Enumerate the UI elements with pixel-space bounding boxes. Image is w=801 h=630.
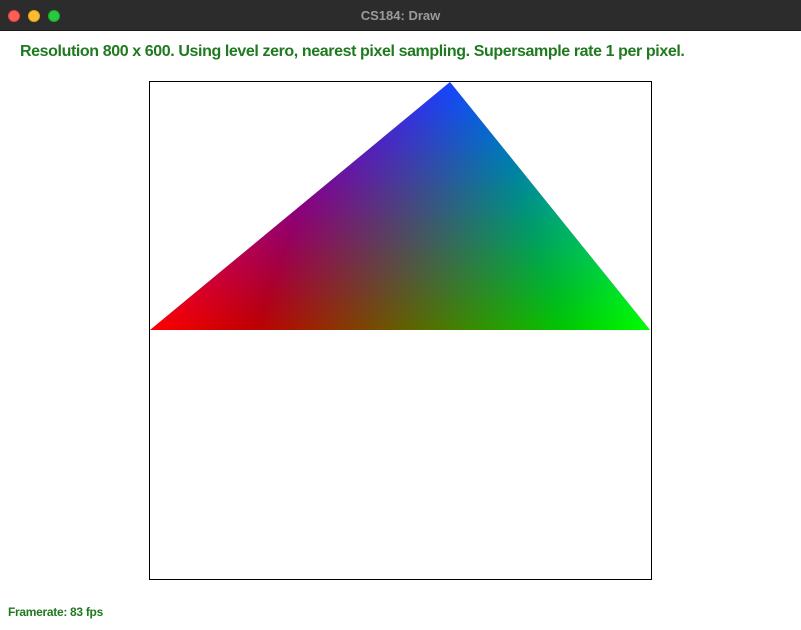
triangle-render (150, 82, 650, 330)
framerate-text: Framerate: 83 fps (8, 605, 103, 619)
window-title: CS184: Draw (360, 8, 441, 23)
title-bar[interactable]: CS184: Draw (0, 0, 801, 31)
draw-canvas[interactable] (149, 81, 652, 580)
triangle-green-channel (150, 82, 650, 330)
app-window: CS184: Draw Resolution 800 x 600. Using … (0, 0, 801, 630)
status-text: Resolution 800 x 600. Using level zero, … (20, 43, 685, 60)
